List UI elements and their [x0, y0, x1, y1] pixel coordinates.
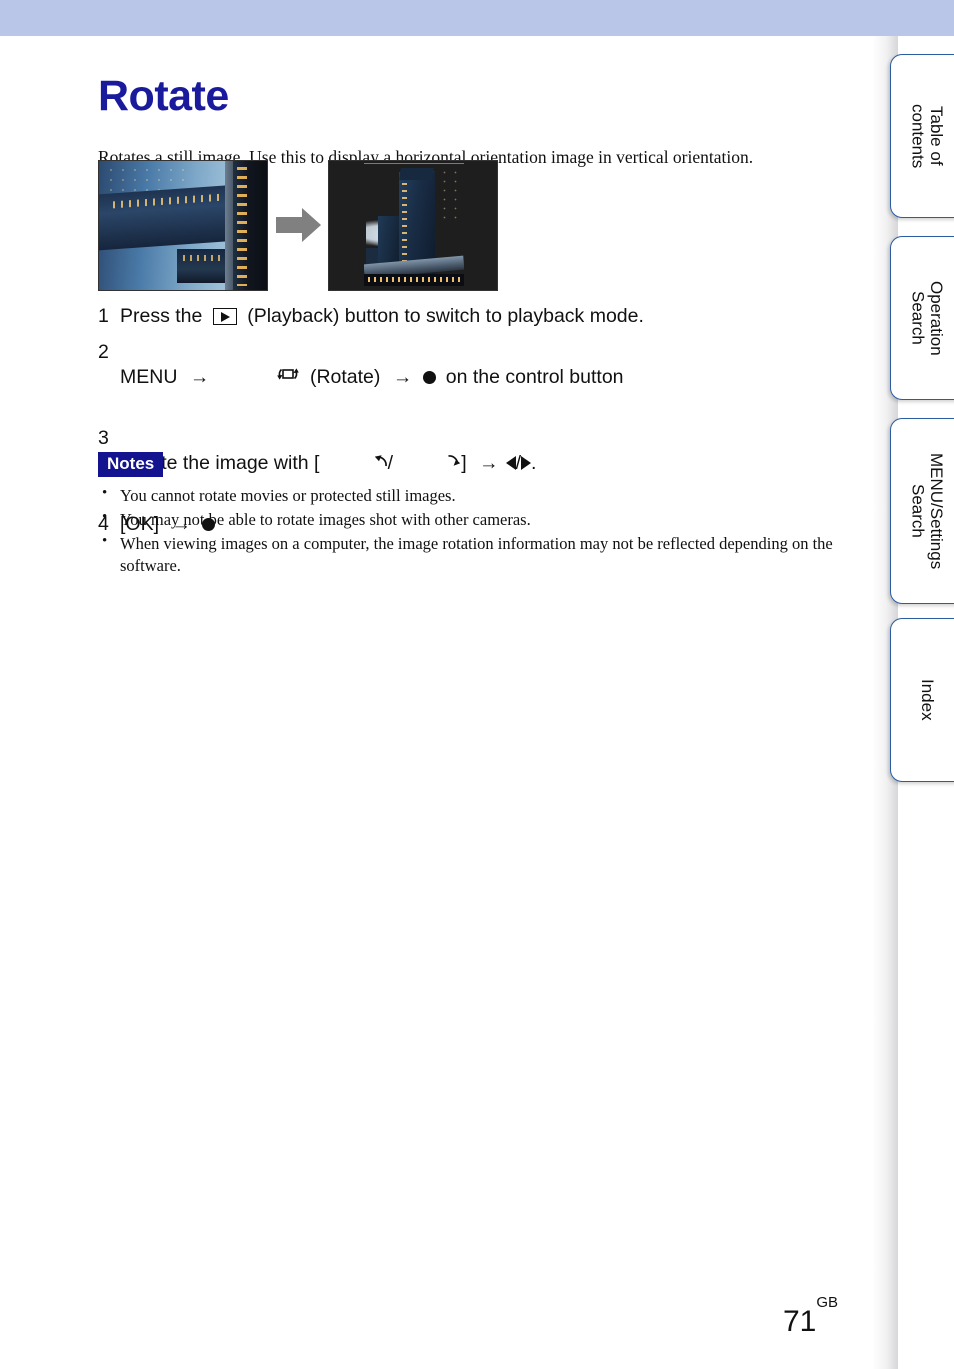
- tab-label: Operation Search: [891, 237, 954, 399]
- page-title: Rotate: [98, 71, 229, 120]
- tab-label-text: MENU/Settings Search: [908, 452, 947, 570]
- tab-label: Index: [891, 619, 954, 781]
- after-photo-scene: [364, 163, 464, 290]
- tower-roof: [399, 168, 434, 180]
- step-text: Press the (Playback) button to switch to…: [120, 304, 644, 329]
- note-item: You cannot rotate movies or protected st…: [98, 484, 858, 507]
- before-photo: [98, 160, 268, 291]
- sidebar-tab-operation-search[interactable]: Operation Search: [890, 236, 954, 400]
- notes-badge: Notes: [98, 452, 164, 478]
- after-photo: [328, 160, 498, 291]
- step-2: 2 MENU → (Rotate) → on the control butto…: [98, 340, 858, 415]
- note-item: You may not be able to rotate images sho…: [98, 508, 858, 531]
- transform-arrow-icon: [276, 206, 322, 244]
- page-number-suffix: GB: [816, 1294, 838, 1312]
- street-lights: [364, 274, 464, 286]
- arrow-right-icon: →: [392, 365, 413, 388]
- step-2-text-b: (Rotate): [304, 365, 386, 388]
- tab-label-text: Index: [917, 679, 937, 721]
- page-number: 71GB: [782, 1294, 838, 1339]
- tab-label-text: Operation Search: [908, 280, 947, 356]
- tab-label-text: Table of contents: [908, 103, 947, 169]
- playback-icon: [212, 307, 237, 325]
- tab-label: MENU/Settings Search: [891, 419, 954, 603]
- sidebar-tab-menu-settings-search[interactable]: MENU/Settings Search: [890, 418, 954, 604]
- step-text: MENU → (Rotate) → on the control button: [120, 340, 624, 415]
- step-number: 1: [98, 305, 109, 327]
- sidebar-tab-index[interactable]: Index: [890, 618, 954, 782]
- note-item: When viewing images on a computer, the i…: [98, 532, 858, 577]
- step-1-text-a: Press the: [120, 305, 208, 327]
- figure-row: [98, 160, 518, 295]
- street-lights: [233, 161, 267, 290]
- rotate-icon: [219, 340, 301, 415]
- tab-label: Table of contents: [891, 55, 954, 217]
- notes-list: You cannot rotate movies or protected st…: [98, 484, 858, 577]
- top-color-band: [0, 0, 954, 36]
- notes-block: Notes You cannot rotate movies or protec…: [98, 452, 858, 579]
- step-number: 2: [98, 340, 109, 363]
- sidebar-tab-table-of-contents[interactable]: Table of contents: [890, 54, 954, 218]
- tab-rail: Table of contents Operation Search MENU/…: [872, 36, 954, 1369]
- center-button-icon: [423, 370, 437, 384]
- step-1-text-b: (Playback) button to switch to playback …: [241, 305, 644, 327]
- arrow-right-icon: →: [189, 365, 210, 388]
- step-number: 3: [98, 426, 109, 449]
- step-2-text-a: MENU: [120, 365, 183, 388]
- step-1: 1 Press the (Playback) button to switch …: [98, 304, 858, 329]
- before-photo-scene: [99, 161, 267, 290]
- step-2-text-c: on the control button: [440, 365, 624, 388]
- page-number-value: 71: [782, 1305, 817, 1338]
- page-content: Rotate Rotates a still image. Use this t…: [0, 36, 872, 1369]
